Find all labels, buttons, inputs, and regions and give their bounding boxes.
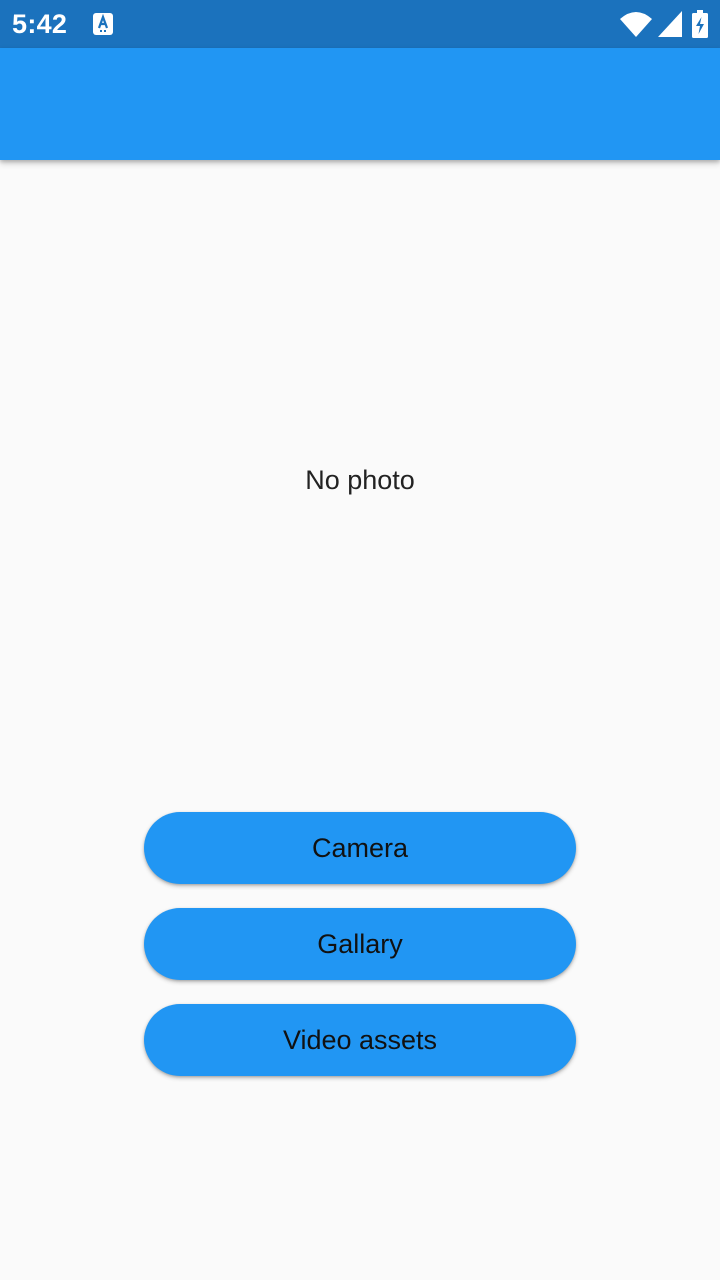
- signal-icon: [658, 11, 682, 37]
- status-time: 5:42: [12, 9, 68, 39]
- camera-button[interactable]: Camera: [144, 812, 576, 884]
- status-bar: 5:42: [0, 0, 720, 48]
- app-notification-icon: [92, 12, 114, 36]
- no-photo-placeholder: No photo: [305, 465, 415, 495]
- status-icons: [620, 10, 708, 38]
- battery-charging-icon: [692, 10, 708, 38]
- app-bar: [0, 48, 720, 160]
- video-assets-button[interactable]: Video assets: [144, 1004, 576, 1076]
- wifi-icon: [620, 11, 652, 37]
- gallery-button[interactable]: Gallary: [144, 908, 576, 980]
